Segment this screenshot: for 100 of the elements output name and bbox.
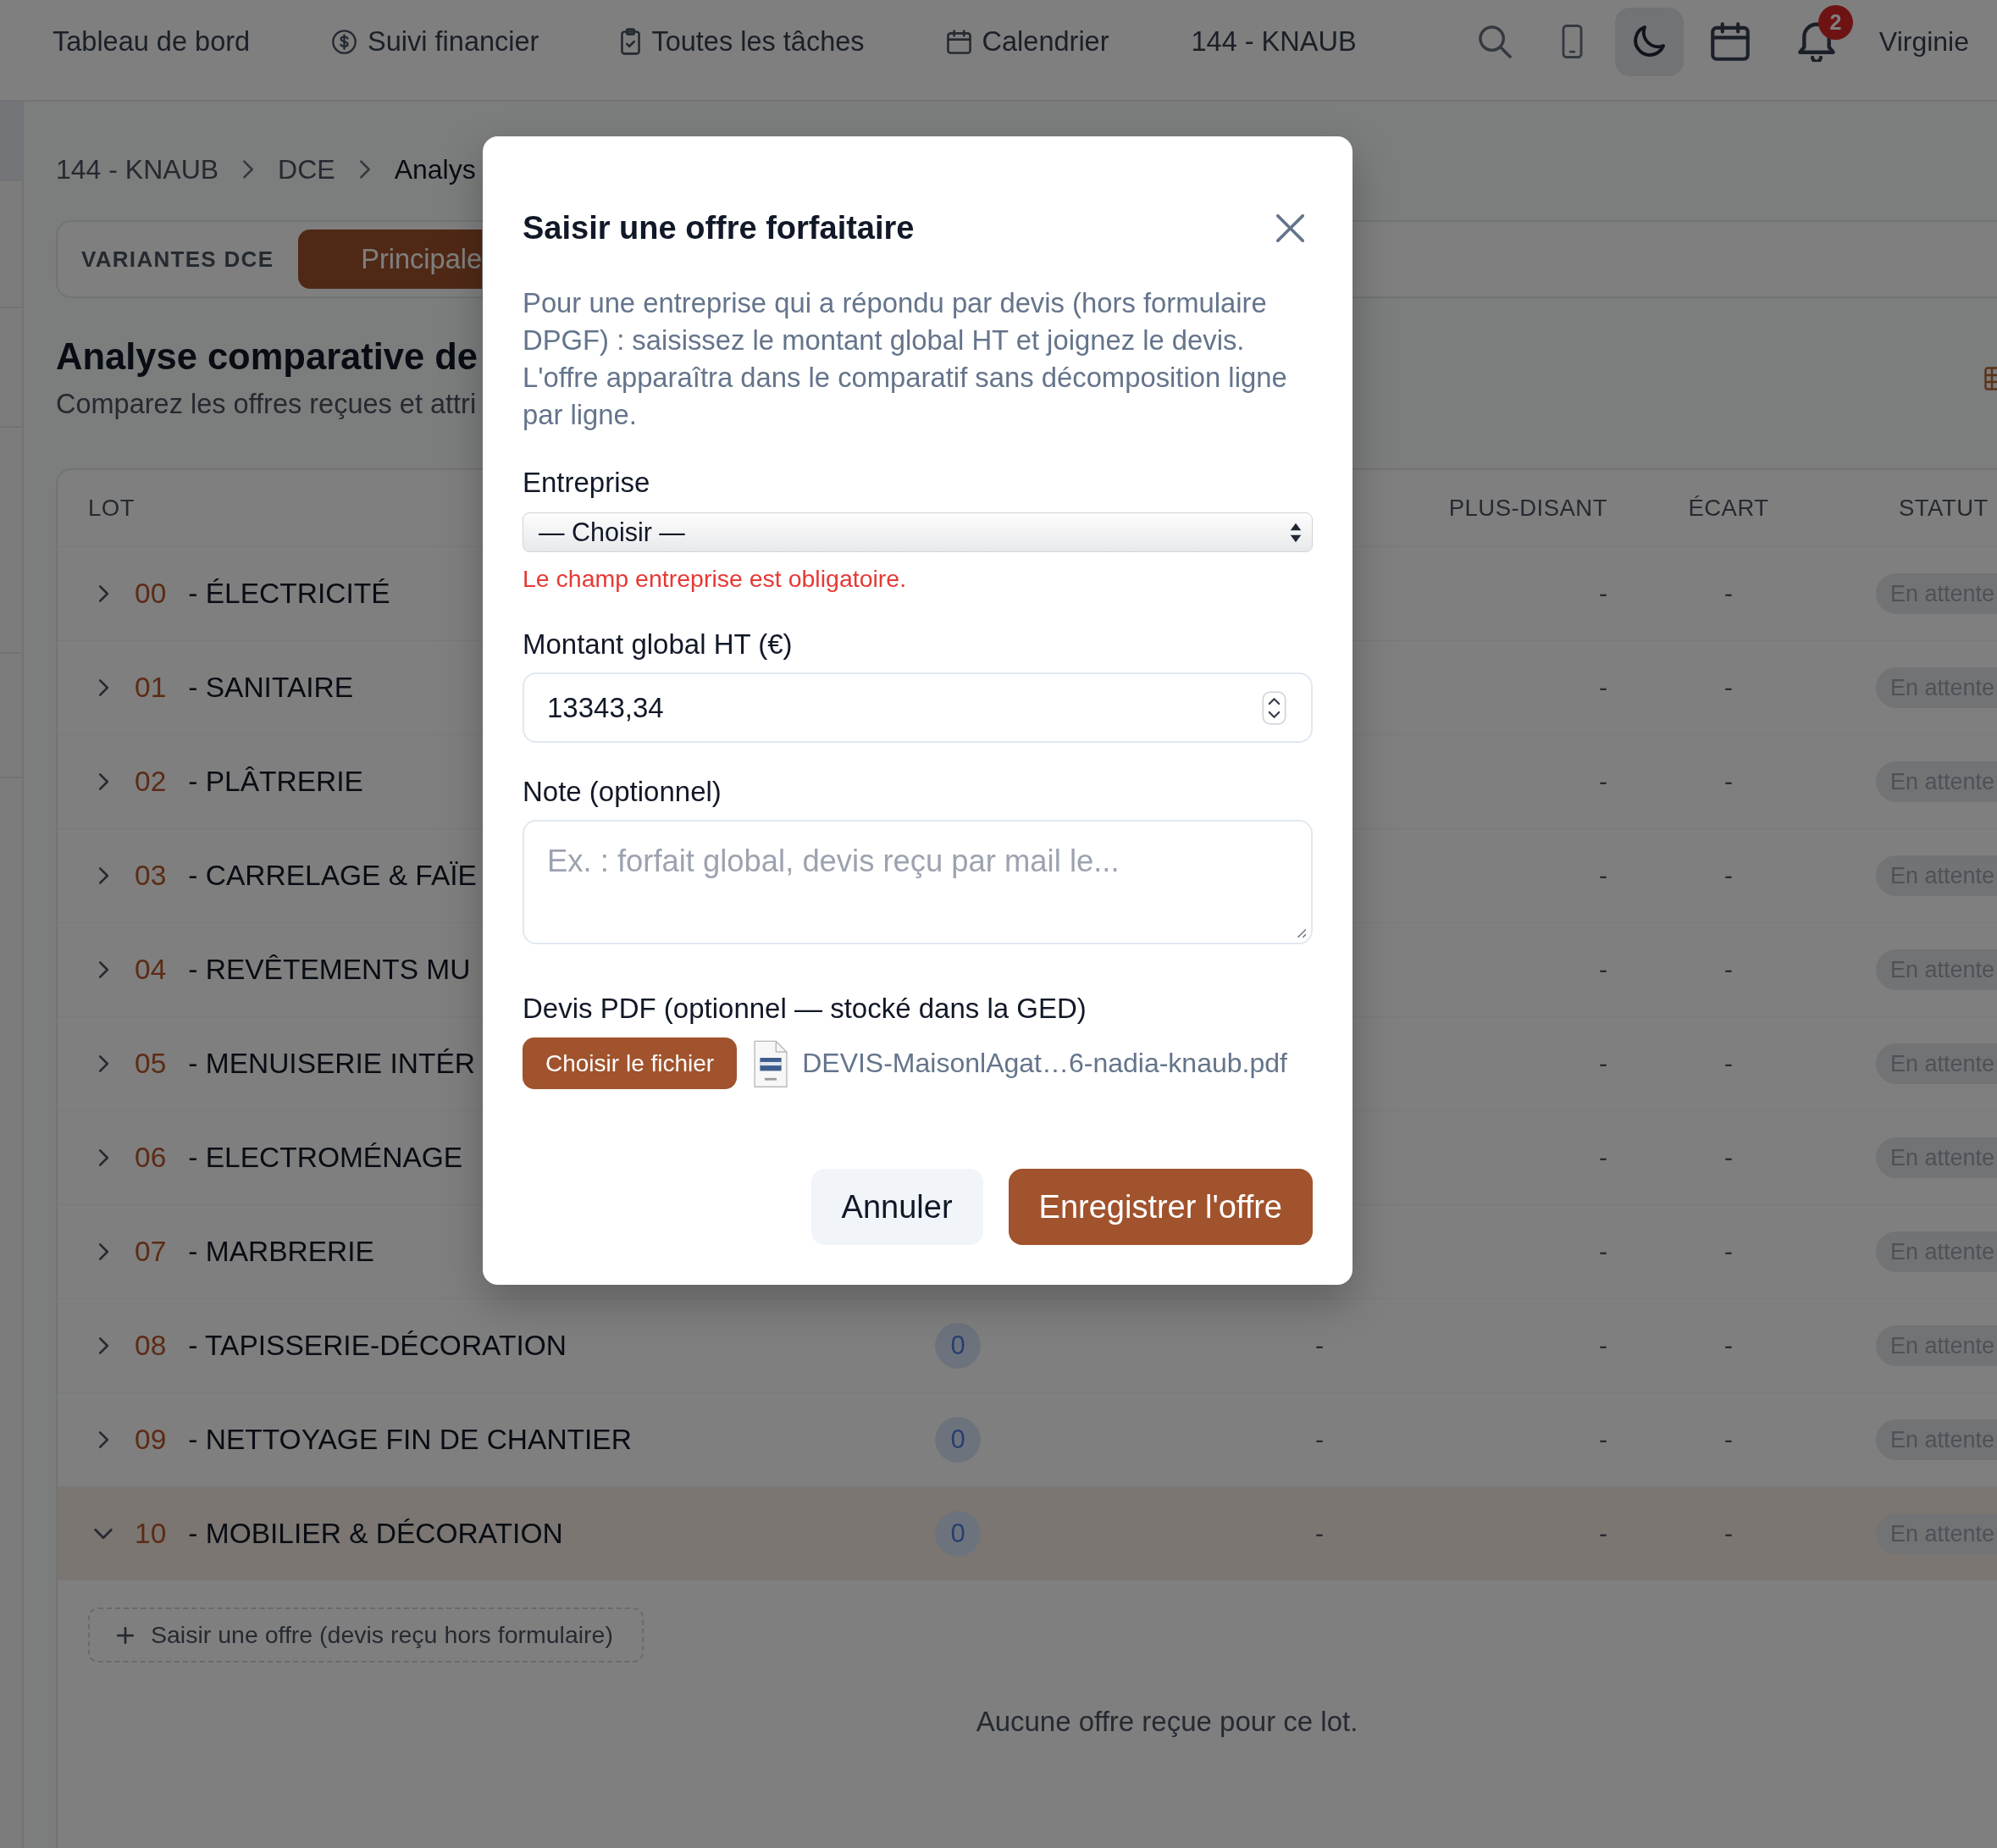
dialog-description: Pour une entreprise qui a répondu par devis (hors formulaire DPGF) : saisissez le montant global HT et joignez le devis. L'offre apparaîtra dans le comparatif sans décomposition ligne par ligne. [523, 286, 1288, 432]
table-cell: - [1599, 579, 1607, 607]
chevron-right-icon[interactable] [97, 1430, 109, 1449]
lot-name: - SANITAIRE [188, 672, 354, 704]
lot-number: 01 [135, 672, 167, 704]
table-cell: - [1599, 1519, 1607, 1547]
lot-number: 07 [135, 1236, 167, 1268]
table-cell: - [1315, 1425, 1324, 1453]
nav-link[interactable]: 144 - KNAUB [1191, 25, 1357, 58]
column-header: ÉCART [1688, 495, 1769, 521]
breadcrumb-item[interactable]: DCE [278, 153, 335, 185]
table-cell: - [1724, 579, 1733, 607]
lot-number: 10 [135, 1518, 167, 1550]
add-offer-button[interactable]: Saisir une offre (devis reçu hors formulaire) [88, 1607, 644, 1663]
company-select[interactable]: — Choisir — [523, 512, 1313, 552]
table-cell: - [1599, 1143, 1607, 1171]
table-cell: - [1599, 955, 1607, 983]
nav-link[interactable]: Tableau de bord [53, 25, 251, 58]
column-header: PLUS-DISANT [1448, 495, 1607, 521]
table-cell: - [1599, 673, 1607, 701]
field-label: Note (optionnel) [523, 775, 722, 809]
table-cell: - [1599, 767, 1607, 795]
table-cell: - [1724, 767, 1733, 795]
clipboard-check-icon [621, 28, 641, 55]
table-cell: - [1599, 1331, 1607, 1359]
variant-tab[interactable]: Principale [298, 230, 483, 289]
calendar-icon[interactable] [1710, 22, 1750, 61]
chevron-right-icon[interactable] [97, 960, 109, 979]
table-cell: - [1724, 673, 1733, 701]
resize-grip-icon[interactable] [1295, 927, 1307, 938]
note-textarea[interactable]: Ex. : forfait global, devis reçu par mail le... [523, 820, 1313, 944]
table-cell: - [1315, 1331, 1324, 1359]
dialog-title: Saisir une offre forfaitaire [523, 209, 915, 246]
chevron-right-icon[interactable] [97, 1336, 109, 1355]
column-header: STATUT [1899, 495, 1989, 521]
chevron-right-icon[interactable] [97, 584, 109, 603]
table-cell: - [1724, 1237, 1733, 1265]
table-cell: - [1724, 1425, 1733, 1453]
chevron-right-icon [358, 159, 371, 180]
search-icon[interactable] [1478, 25, 1512, 58]
table-cell: - [1599, 861, 1607, 889]
lot-number: 04 [135, 954, 167, 986]
lot-name: - CARRELAGE & FAÏE [188, 860, 477, 892]
lot-number: 08 [135, 1330, 167, 1362]
table-cell: - [1599, 1237, 1607, 1265]
chevron-right-icon[interactable] [97, 1148, 109, 1167]
table-cell: - [1599, 1425, 1607, 1453]
table-cell: - [1724, 955, 1733, 983]
save-offer-button[interactable]: Enregistrer l'offre [1008, 1169, 1313, 1245]
chevron-right-icon[interactable] [97, 678, 109, 697]
close-icon[interactable] [1276, 213, 1304, 242]
table-cell: - [1724, 1519, 1733, 1547]
amount-input[interactable]: 13343,34 [523, 672, 1313, 743]
notification-badge: 2 [1817, 4, 1853, 40]
chevron-down-icon[interactable] [93, 1528, 113, 1540]
cancel-button[interactable]: Annuler [810, 1169, 983, 1245]
spreadsheet-icon[interactable] [1983, 365, 1997, 391]
chevron-right-icon[interactable] [97, 1242, 109, 1261]
lot-number: 09 [135, 1424, 167, 1456]
lot-name: - MOBILIER & DÉCORATION [188, 1518, 563, 1550]
file-name: DEVIS-MaisonlAgat…6-nadia-knaub.pdf [802, 1048, 1287, 1079]
offer-count-badge: 0 [935, 1417, 981, 1463]
lot-number: 00 [135, 578, 167, 610]
field-label: Devis PDF (optionnel — stocké dans la GED) [523, 992, 1087, 1026]
lot-name: - PLÂTRERIE [188, 766, 363, 798]
field-label: Montant global HT (€) [523, 628, 793, 661]
mobile-phone-icon[interactable] [1560, 24, 1584, 59]
page-title: Analyse comparative de [56, 335, 479, 379]
variants-label: VARIANTES DCE [81, 246, 274, 273]
chevron-right-icon[interactable] [97, 1054, 109, 1073]
lot-number: 03 [135, 860, 167, 892]
breadcrumb-item[interactable]: 144 - KNAUB [56, 153, 219, 185]
chevron-right-icon[interactable] [97, 772, 109, 791]
file-icon [753, 1039, 789, 1087]
nav-link[interactable]: Toutes les tâches [621, 25, 865, 58]
lot-name: - MENUISERIE INTÉR [188, 1048, 475, 1080]
plus-icon [117, 1626, 134, 1644]
dollar-icon [332, 29, 357, 54]
table-cell: - [1724, 1049, 1733, 1077]
offer-count-badge: 0 [935, 1511, 981, 1557]
calendar-icon [946, 29, 971, 54]
table-cell: - [1315, 1519, 1324, 1547]
nav-link[interactable]: Calendrier [946, 25, 1109, 58]
lot-name: - MARBRERIE [188, 1236, 374, 1268]
nav-link[interactable]: Suivi financier [332, 25, 539, 58]
table-cell: - [1724, 861, 1733, 889]
breadcrumb-item: Analys [394, 153, 476, 185]
lot-name: - REVÊTEMENTS MU [188, 954, 471, 986]
chevron-right-icon [242, 159, 255, 180]
theme-toggle-button[interactable] [1614, 7, 1684, 76]
column-header: LOT [88, 495, 135, 521]
chevron-right-icon[interactable] [97, 866, 109, 885]
table-cell: - [1724, 1143, 1733, 1171]
empty-message: Aucune offre reçue pour ce lot. [976, 1706, 1358, 1737]
error-message: Le champ entreprise est obligatoire. [523, 564, 907, 594]
lot-number: 05 [135, 1048, 167, 1080]
stepper-icon[interactable] [1262, 690, 1286, 725]
choose-file-button[interactable]: Choisir le fichier [523, 1037, 738, 1089]
user-name[interactable]: Virginie [1878, 25, 1969, 58]
lot-number: 02 [135, 766, 167, 798]
